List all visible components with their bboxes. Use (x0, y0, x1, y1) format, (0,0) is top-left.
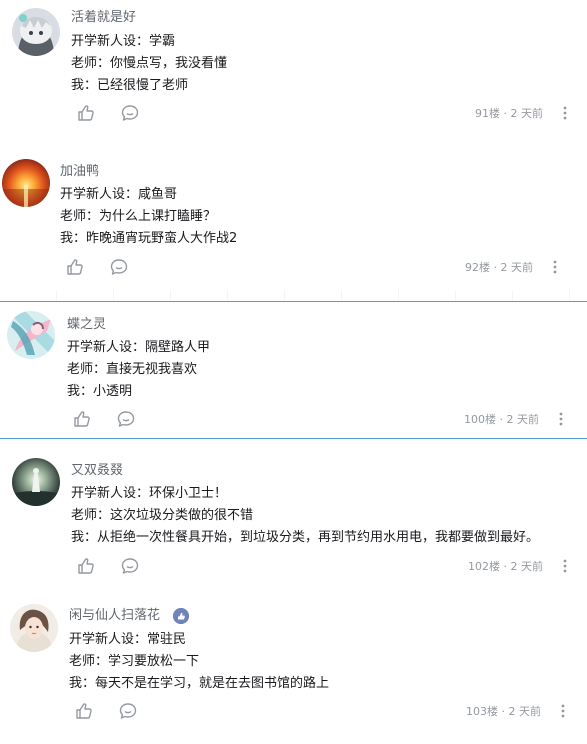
comment-line: 老师：为什么上课打瞌睡？ (60, 209, 217, 224)
more-vertical-icon (553, 260, 557, 274)
comment-line: 我：昨晚通宵玩野蛮人大作战2 (60, 231, 238, 246)
more-button[interactable] (555, 411, 567, 427)
comment-line: 老师：学习要放松一下 (69, 654, 200, 669)
comment-line: 开学新人设：常驻民 (69, 632, 187, 647)
floor-time: 91楼 · 2 天前 (475, 107, 543, 120)
more-vertical-icon (561, 704, 565, 718)
verified-hand-badge-icon (173, 608, 189, 624)
more-button[interactable] (559, 558, 571, 574)
more-vertical-icon (563, 559, 567, 573)
comment-line: 老师：直接无视我喜欢 (67, 362, 198, 377)
floor-time: 102楼 · 2 天前 (468, 560, 543, 573)
comment-1: 活着就是好 开学新人设：学霸 老师：你慢点写，我没看懂 我：已经很慢了老师 91… (0, 0, 587, 135)
floor-time: 103楼 · 2 天前 (466, 705, 541, 718)
avatar[interactable] (10, 604, 58, 652)
avatar[interactable] (7, 311, 55, 359)
comment-line: 开学新人设：环保小卫士！ (71, 486, 228, 501)
thumbs-up-icon (74, 411, 90, 427)
comment-5: 闲与仙人扫落花 开学新人设：常驻民 老师：学习要放松一下 我：每天不是在学习，就… (0, 594, 587, 744)
chat-bubble-icon (121, 105, 139, 121)
reply-button[interactable] (109, 257, 129, 277)
more-button[interactable] (559, 105, 571, 121)
username[interactable]: 蝶之灵 (67, 316, 106, 334)
more-button[interactable] (557, 703, 569, 719)
chat-bubble-icon (117, 411, 135, 427)
chat-bubble-icon (119, 703, 137, 719)
reply-button[interactable] (116, 409, 136, 429)
avatar-image (10, 604, 58, 652)
avatar[interactable] (12, 8, 60, 56)
username[interactable]: 又双叒叕 (71, 462, 123, 480)
chat-bubble-icon (110, 259, 128, 275)
comment-line: 老师：这次垃圾分类做的很不错 (71, 508, 254, 523)
like-button[interactable] (74, 701, 94, 721)
more-button[interactable] (549, 259, 561, 275)
username[interactable]: 活着就是好 (71, 9, 136, 27)
avatar[interactable] (12, 458, 60, 506)
comment-line: 开学新人设：隔壁路人甲 (67, 340, 211, 355)
reply-button[interactable] (120, 103, 140, 123)
reply-button[interactable] (118, 701, 138, 721)
avatar-image (12, 458, 60, 506)
comment-line: 开学新人设：学霸 (71, 34, 176, 49)
avatar[interactable] (2, 159, 50, 207)
more-vertical-icon (563, 106, 567, 120)
comment-line: 我：每天不是在学习，就是在去图书馆的路上 (69, 676, 330, 691)
floor-time: 100楼 · 2 天前 (464, 413, 539, 426)
thumbs-up-icon (78, 105, 94, 121)
more-vertical-icon (559, 412, 563, 426)
reply-button[interactable] (120, 556, 140, 576)
divider (0, 290, 587, 300)
comment-line: 我：从拒绝一次性餐具开始，到垃圾分类，再到节约用水用电，我都要做到最好。 (71, 530, 540, 545)
thumbs-up-icon (67, 259, 83, 275)
comment-line: 开学新人设：咸鱼哥 (60, 187, 178, 202)
chat-bubble-icon (121, 558, 139, 574)
avatar-image (2, 159, 50, 207)
like-button[interactable] (72, 409, 92, 429)
like-button[interactable] (76, 103, 96, 123)
username[interactable]: 闲与仙人扫落花 (69, 607, 160, 625)
like-button[interactable] (76, 556, 96, 576)
floor-time: 92楼 · 2 天前 (465, 261, 533, 274)
comment-line: 我：小透明 (67, 384, 133, 399)
comment-line: 老师：你慢点写，我没看懂 (71, 56, 228, 71)
comment-4: 又双叒叕 开学新人设：环保小卫士！ 老师：这次垃圾分类做的很不错 我：从拒绝一次… (0, 439, 587, 594)
avatar-image (12, 8, 60, 56)
comment-line: 我：已经很慢了老师 (71, 78, 189, 93)
thumbs-up-icon (78, 558, 94, 574)
like-button[interactable] (65, 257, 85, 277)
thumbs-up-icon (76, 703, 92, 719)
comment-2: 加油鸭 开学新人设：咸鱼哥 老师：为什么上课打瞌睡？ 我：昨晚通宵玩野蛮人大作战… (0, 135, 587, 301)
comment-3: 蝶之灵 开学新人设：隔壁路人甲 老师：直接无视我喜欢 我：小透明 100楼 · … (0, 302, 587, 438)
avatar-image (7, 311, 55, 359)
username[interactable]: 加油鸭 (60, 163, 99, 181)
